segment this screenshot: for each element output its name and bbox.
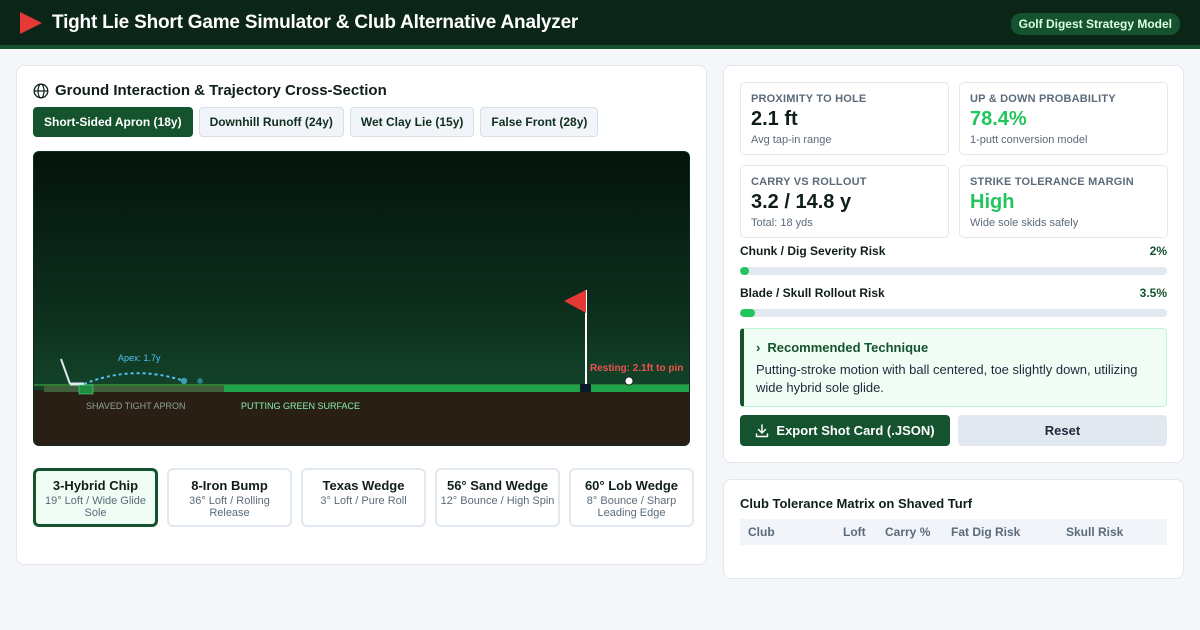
- technique-title: › Recommended Technique: [756, 340, 1152, 355]
- column-header-loft[interactable]: Loft: [843, 525, 866, 539]
- trajectory-scene: Apex: 1.7y Resting: 2.1ft to pin SHAVED …: [34, 290, 689, 445]
- club-option-8-iron[interactable]: 8-Iron Bump 36° Loft / Rolling Release: [167, 468, 292, 527]
- metric-value: 3.2 / 14.8 y: [751, 191, 852, 213]
- club-spec: 12° Bounce / High Spin: [440, 495, 555, 507]
- play-logo-icon: [20, 11, 42, 34]
- metric-label: Carry vs Rollout: [751, 176, 867, 188]
- resting-label: Resting: 2.1ft to pin: [590, 363, 683, 374]
- metric-sub: Total: 18 yds: [751, 217, 813, 229]
- ball-start-marker: [78, 384, 94, 395]
- risk-skull: Blade / Skull Rollout Risk 3.5%: [740, 286, 1167, 317]
- soil-layer: [34, 390, 689, 445]
- risk-bar-fill: [740, 267, 749, 275]
- risk-value: 3.5%: [1139, 286, 1167, 300]
- download-icon: [756, 423, 769, 437]
- club-spec: 19° Loft / Wide Glide Sole: [44, 495, 146, 519]
- column-header-skull[interactable]: Skull Risk: [1066, 525, 1123, 539]
- tab-wet-clay-lie[interactable]: Wet Clay Lie (15y): [349, 107, 475, 137]
- flag-icon: [564, 290, 586, 313]
- club-option-3-hybrid[interactable]: 3-Hybrid Chip 19° Loft / Wide Glide Sole: [33, 468, 158, 527]
- metric-value: 78.4%: [970, 108, 1027, 130]
- metric-label: Up & Down Probability: [970, 93, 1116, 105]
- simulator-title: Ground Interaction & Trajectory Cross-Se…: [33, 82, 387, 99]
- risk-label: Chunk / Dig Severity Risk: [740, 244, 886, 258]
- matrix-header-row: Club Loft Carry % Fat Dig Risk Skull Ris…: [740, 519, 1167, 545]
- model-badge: Golf Digest Strategy Model: [1010, 13, 1180, 35]
- metric-strike-tolerance: Strike Tolerance Margin High Wide sole s…: [959, 165, 1168, 238]
- tab-downhill-runoff[interactable]: Downhill Runoff (24y): [198, 107, 344, 137]
- simulator-card: Ground Interaction & Trajectory Cross-Se…: [16, 65, 707, 565]
- reset-button[interactable]: Reset: [958, 415, 1167, 446]
- tab-false-front[interactable]: False Front (28y): [480, 107, 599, 137]
- tab-short-sided-apron[interactable]: Short-Sided Apron (18y): [33, 107, 193, 137]
- club-selector: 3-Hybrid Chip 19° Loft / Wide Glide Sole…: [33, 468, 694, 527]
- metric-proximity: Proximity to Hole 2.1 ft Avg tap-in rang…: [740, 82, 949, 155]
- column-header-fat-dig[interactable]: Fat Dig Risk: [951, 525, 1020, 539]
- technique-title-text: Recommended Technique: [767, 340, 929, 355]
- metric-sub: Wide sole skids safely: [970, 217, 1079, 229]
- export-label: Export Shot Card (.JSON): [776, 423, 935, 438]
- landing-spot: [180, 377, 188, 385]
- ball-resting: [624, 376, 634, 386]
- club-spec: 3° Loft / Pure Roll: [320, 495, 407, 507]
- metric-carry-rollout: Carry vs Rollout 3.2 / 14.8 y Total: 18 …: [740, 165, 949, 238]
- technique-body: Putting-stroke motion with ball centered…: [756, 362, 1138, 395]
- metric-label: Proximity to Hole: [751, 93, 867, 105]
- club-option-60-lob-wedge[interactable]: 60° Lob Wedge 8° Bounce / Sharp Leading …: [569, 468, 694, 527]
- app-header: Tight Lie Short Game Simulator & Club Al…: [0, 0, 1200, 49]
- apron-surface: [44, 386, 224, 392]
- metric-label: Strike Tolerance Margin: [970, 176, 1134, 188]
- trajectory-canvas[interactable]: Apex: 1.7y Resting: 2.1ft to pin SHAVED …: [33, 151, 690, 446]
- club-name: 56° Sand Wedge: [446, 478, 549, 493]
- risk-label: Blade / Skull Rollout Risk: [740, 286, 885, 300]
- export-button[interactable]: Export Shot Card (.JSON): [740, 415, 950, 446]
- metrics-card: Proximity to Hole 2.1 ft Avg tap-in rang…: [723, 65, 1184, 463]
- club-option-texas-wedge[interactable]: Texas Wedge 3° Loft / Pure Roll: [301, 468, 426, 527]
- carry-trajectory: [83, 372, 185, 385]
- club-name: 3-Hybrid Chip: [52, 478, 139, 493]
- hole-cup: [580, 384, 591, 392]
- simulator-title-text: Ground Interaction & Trajectory Cross-Se…: [55, 82, 387, 99]
- club-spec: 8° Bounce / Sharp Leading Edge: [586, 495, 677, 519]
- chevron-right-icon: ›: [756, 340, 761, 355]
- apron-label: SHAVED TIGHT APRON: [86, 401, 186, 411]
- column-header-carry[interactable]: Carry %: [885, 525, 930, 539]
- risk-chunk: Chunk / Dig Severity Risk 2%: [740, 244, 1167, 275]
- risk-track: [740, 309, 1167, 317]
- green-label: PUTTING GREEN SURFACE: [241, 401, 360, 411]
- club-name: 60° Lob Wedge: [584, 478, 679, 493]
- green-surface: [224, 385, 689, 392]
- metric-sub: Avg tap-in range: [751, 134, 832, 146]
- risk-value: 2%: [1149, 244, 1167, 258]
- roll-marker: [197, 378, 203, 384]
- club-name: Texas Wedge: [322, 478, 405, 493]
- app-title: Tight Lie Short Game Simulator & Club Al…: [52, 11, 579, 33]
- metric-up-down: Up & Down Probability 78.4% 1-putt conve…: [959, 82, 1168, 155]
- technique-callout: › Recommended Technique Putting-stroke m…: [740, 328, 1167, 407]
- column-header-club[interactable]: Club: [748, 525, 775, 539]
- matrix-title: Club Tolerance Matrix on Shaved Turf: [740, 496, 973, 511]
- risk-bar-fill: [740, 309, 755, 317]
- metric-value: 2.1 ft: [751, 108, 798, 130]
- risk-track: [740, 267, 1167, 275]
- metric-value: High: [970, 191, 1015, 213]
- apex-label: Apex: 1.7y: [118, 353, 161, 363]
- globe-icon: [33, 83, 49, 98]
- club-shaft: [60, 358, 71, 385]
- club-spec: 36° Loft / Rolling Release: [189, 495, 270, 519]
- scenario-tabs: Short-Sided Apron (18y) Downhill Runoff …: [33, 107, 599, 137]
- metric-sub: 1-putt conversion model: [970, 134, 1088, 146]
- club-name: 8-Iron Bump: [191, 478, 268, 493]
- matrix-card: Club Tolerance Matrix on Shaved Turf Clu…: [723, 479, 1184, 579]
- club-option-56-sand-wedge[interactable]: 56° Sand Wedge 12° Bounce / High Spin: [435, 468, 560, 527]
